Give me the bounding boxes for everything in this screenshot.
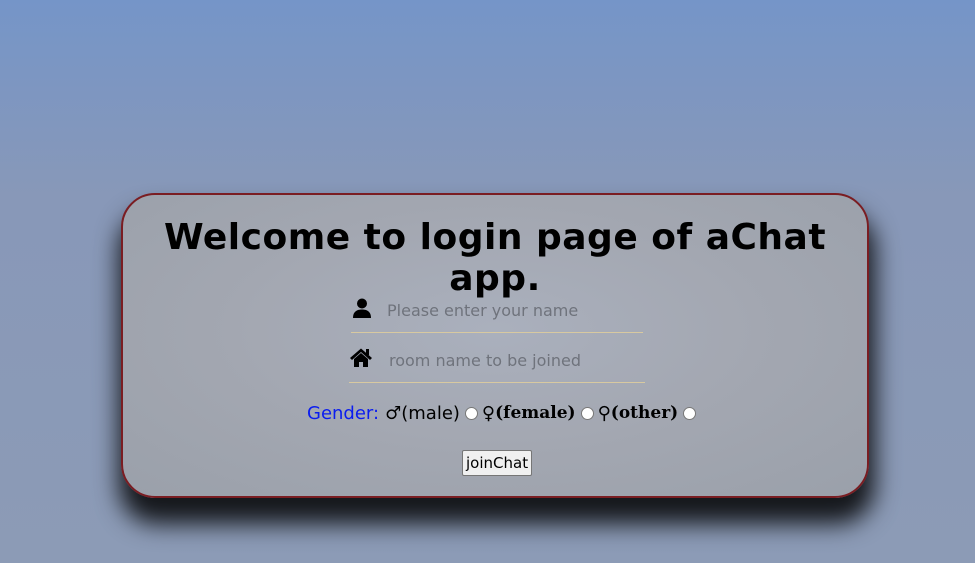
home-icon bbox=[349, 347, 372, 369]
name-input[interactable] bbox=[387, 293, 637, 327]
gender-option-male-label: (male) bbox=[401, 402, 460, 424]
room-input[interactable] bbox=[389, 343, 639, 377]
user-icon bbox=[351, 297, 373, 319]
other-gender-icon: ⚲ bbox=[597, 402, 611, 424]
page-title: Welcome to login page of aChat app. bbox=[163, 217, 827, 299]
gender-option-female-label: (female) bbox=[495, 403, 576, 423]
gender-group: Gender: ♂ (male) ♀ (female) ⚲ (other) bbox=[307, 401, 700, 425]
female-icon: ♀ bbox=[481, 402, 496, 424]
gender-radio-other[interactable] bbox=[683, 406, 697, 420]
gender-option-other-label: (other) bbox=[610, 403, 679, 423]
room-field bbox=[349, 343, 645, 383]
gender-label: Gender: bbox=[307, 402, 380, 424]
join-chat-button[interactable]: joinChat bbox=[462, 450, 533, 476]
name-field bbox=[351, 293, 643, 333]
gender-radio-female[interactable] bbox=[580, 406, 594, 420]
gender-radio-male[interactable] bbox=[464, 406, 478, 420]
male-icon: ♂ bbox=[385, 402, 402, 424]
login-card: Welcome to login page of aChat app. Gend… bbox=[121, 193, 869, 498]
